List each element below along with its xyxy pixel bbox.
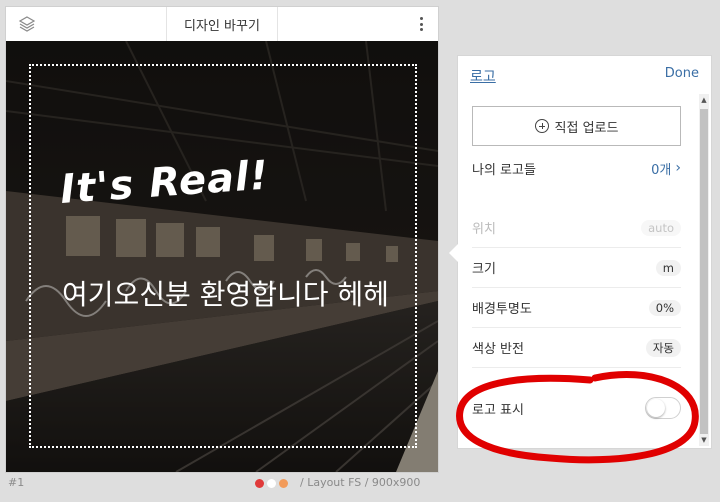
my-logos-count[interactable]: 0개 [651,159,671,178]
show-logo-label: 로고 표시 [472,402,524,418]
layout-info: / Layout FS / 900x900 [300,476,421,489]
scrollbar-thumb[interactable] [700,109,708,434]
show-logo-row: 로고 표시 [472,388,681,428]
editor-header: 디자인 바꾸기 [6,7,438,41]
size-value[interactable]: m [655,259,681,276]
editor-card: 디자인 바꾸기 It's Real! 여기오신분 환영합니다 헤헤 [6,7,438,472]
panel-scrollbar[interactable]: ▲ ▼ [699,94,709,446]
bg-opacity-row: 배경투명도 0% [472,288,681,328]
size-label: 크기 [472,262,496,277]
body-text[interactable]: 여기오신분 환영합니다 헤헤 [62,273,402,316]
logo-settings-panel: 로고 Done 직접 업로드 나의 로고들 0개 › 위치 auto 크기 m … [449,56,711,448]
show-logo-toggle[interactable] [645,397,681,419]
size-row: 크기 m [472,248,681,288]
upload-label: 직접 업로드 [554,120,619,136]
my-logos-row[interactable]: 나의 로고들 0개 › [472,148,681,188]
direct-upload-button[interactable]: 직접 업로드 [472,106,681,146]
scroll-down-arrow-icon[interactable]: ▼ [700,436,708,444]
slide-number: #1 [8,476,25,489]
color-dot-white[interactable] [267,479,276,488]
color-dot-red[interactable] [255,479,264,488]
panel-header: 로고 Done [458,56,711,94]
my-logos-label: 나의 로고들 [472,162,536,178]
color-dot-orange[interactable] [279,479,288,488]
done-button[interactable]: Done [665,66,699,81]
bg-opacity-value[interactable]: 0% [648,299,681,316]
scroll-up-arrow-icon[interactable]: ▲ [700,96,708,104]
plus-circle-icon [534,119,549,133]
chevron-right-icon[interactable]: › [675,160,681,176]
more-options-icon[interactable] [414,15,428,33]
slide-status-bar: #1 / Layout FS / 900x900 [0,476,720,490]
color-invert-label: 색상 반전 [472,342,524,357]
change-design-button[interactable]: 디자인 바꾸기 [166,7,278,41]
position-label: 위치 [472,222,496,237]
bg-opacity-label: 배경투명도 [472,302,532,317]
color-invert-value[interactable]: 자동 [645,338,681,357]
design-canvas[interactable]: It's Real! 여기오신분 환영합니다 헤헤 [6,41,438,472]
color-invert-row: 색상 반전 자동 [472,328,681,368]
layers-icon[interactable] [18,15,36,33]
logo-safe-area-frame [29,64,417,448]
position-value: auto [641,219,681,236]
position-row: 위치 auto [472,208,681,248]
color-dots[interactable] [255,479,288,488]
toggle-knob [647,399,665,417]
logo-back-link[interactable]: 로고 [470,66,496,86]
